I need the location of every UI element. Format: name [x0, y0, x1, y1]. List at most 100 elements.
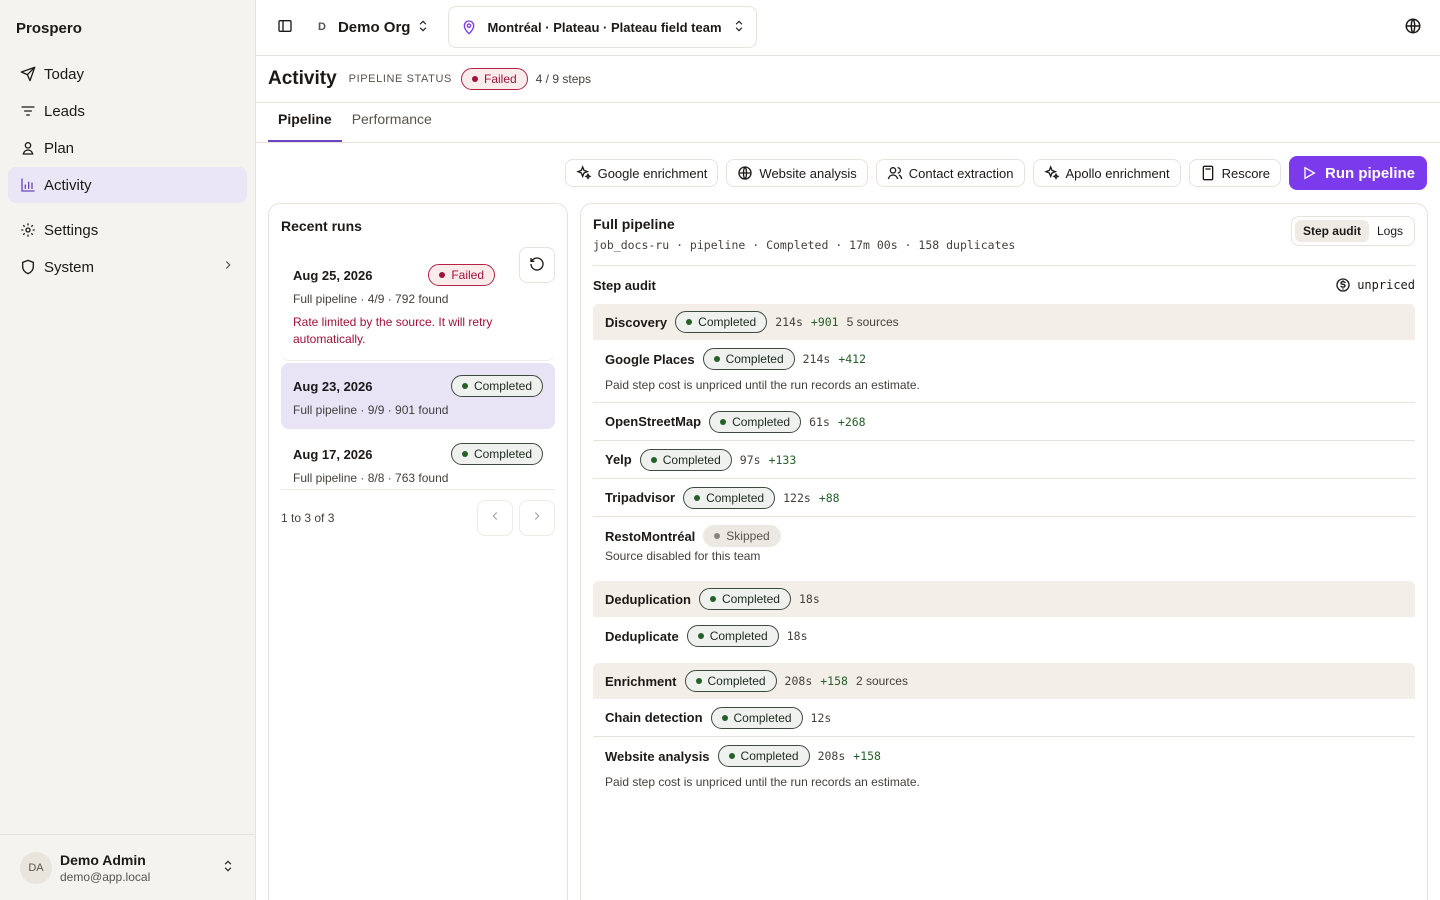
globe-icon[interactable]: [1404, 17, 1422, 38]
play-icon: [1301, 165, 1317, 181]
step-row-website-analysis[interactable]: Website analysis Completed 208s +158 Pai…: [593, 737, 1415, 799]
chevron-updown-icon: [416, 19, 430, 36]
status-badge: Completed: [710, 706, 803, 729]
step-row-google-places[interactable]: Google Places Completed 214s +412 Paid s…: [593, 340, 1415, 403]
pagination-text: 1 to 3 of 3: [281, 510, 335, 525]
run-item[interactable]: Aug 25, 2026 Failed Full pipeline · 4/9 …: [281, 252, 555, 361]
step-group-discovery[interactable]: Discovery Completed 214s +901 5 sources: [593, 304, 1415, 340]
prev-page-button[interactable]: [477, 499, 513, 536]
run-error: Rate limited by the source. It will retr…: [293, 315, 493, 346]
step-audit-header: Step audit unpriced: [593, 266, 1415, 304]
sidebar-toggle-icon: [277, 18, 293, 37]
sidebar-nav: Today Leads Plan Activity Settings Syste…: [0, 56, 255, 286]
retry-button[interactable]: [519, 247, 555, 283]
sidebar: Prospero Today Leads Plan Activity Setti: [0, 0, 256, 900]
next-page-button[interactable]: [519, 499, 555, 536]
view-toggle: Step audit Logs: [1290, 216, 1415, 246]
tab-pipeline[interactable]: Pipeline: [268, 111, 342, 143]
org-switcher[interactable]: D Demo Org: [318, 19, 430, 36]
sidebar-item-activity[interactable]: Activity: [8, 167, 247, 203]
google-enrichment-button[interactable]: Google enrichment: [564, 159, 719, 188]
step-note: Source disabled for this team: [605, 549, 761, 563]
page-header: Activity PIPELINE STATUS Failed 4 / 9 st…: [256, 56, 1440, 104]
page-title: Activity: [268, 68, 337, 90]
step-row-chain-detection[interactable]: Chain detection Completed 12s: [593, 699, 1415, 737]
send-icon: [20, 66, 36, 82]
sidebar-toggle-button[interactable]: [268, 10, 302, 44]
brand-logo: Prospero: [16, 19, 82, 37]
sidebar-item-label: Settings: [44, 221, 99, 239]
topbar: D Demo Org Montréal · Plateau · Plateau …: [256, 0, 1440, 56]
chart-icon: [20, 177, 36, 193]
contact-extraction-button[interactable]: Contact extraction: [875, 159, 1025, 188]
sidebar-item-system[interactable]: System: [8, 249, 247, 285]
step-row-yelp[interactable]: Yelp Completed 97s +133: [593, 441, 1415, 479]
avatar: DA: [20, 851, 52, 884]
status-badge: Failed: [428, 264, 495, 286]
sidebar-item-leads[interactable]: Leads: [8, 93, 247, 129]
recent-runs-panel: Recent runs Aug 25, 2026 Failed Full pip…: [268, 203, 568, 900]
sidebar-item-plan[interactable]: Plan: [8, 130, 247, 166]
status-badge: Completed: [684, 670, 777, 692]
tab-performance[interactable]: Performance: [342, 111, 442, 142]
chevron-right-icon: [221, 258, 235, 276]
run-summary: Full pipeline · 9/9 · 901 found: [293, 403, 449, 417]
step-group-deduplication[interactable]: Deduplication Completed 18s: [593, 581, 1415, 617]
pagination: 1 to 3 of 3: [281, 489, 555, 545]
shield-icon: [20, 259, 36, 275]
status-badge: Completed: [450, 375, 543, 397]
sidebar-item-label: System: [44, 258, 95, 276]
toolbar: Google enrichment Website analysis Conta…: [256, 143, 1440, 203]
step-audit-toggle[interactable]: Step audit: [1294, 220, 1369, 242]
step-row-tripadvisor[interactable]: Tripadvisor Completed 122s +88: [593, 479, 1415, 517]
user-menu[interactable]: DA Demo Admin demo@app.local: [0, 834, 255, 900]
sidebar-item-label: Activity: [44, 176, 92, 194]
recent-runs-title: Recent runs: [281, 218, 362, 234]
map-pin-user-icon: [461, 19, 477, 35]
user-email: demo@app.local: [60, 869, 151, 884]
main: D Demo Org Montréal · Plateau · Plateau …: [256, 0, 1440, 900]
status-badge: Completed: [698, 588, 791, 610]
run-item[interactable]: Aug 23, 2026 Completed Full pipeline · 9…: [281, 363, 555, 429]
apollo-enrichment-button[interactable]: Apollo enrichment: [1032, 159, 1181, 188]
sidebar-item-settings[interactable]: Settings: [8, 212, 247, 248]
status-badge: Completed: [675, 311, 768, 333]
step-group-enrichment[interactable]: Enrichment Completed 208s +158 2 sources: [593, 663, 1415, 699]
website-analysis-button[interactable]: Website analysis: [726, 159, 868, 188]
team-scope-label: Montréal · Plateau · Plateau field team: [487, 19, 722, 35]
step-row-restomontreal[interactable]: RestoMontréal Skipped Source disabled fo…: [593, 517, 1415, 573]
status-badge: Failed: [460, 68, 528, 91]
step-row-openstreetmap[interactable]: OpenStreetMap Completed 61s +268: [593, 403, 1415, 441]
sparkles-icon: [1043, 165, 1060, 181]
sidebar-item-label: Today: [44, 65, 85, 83]
status-badge: Completed: [639, 448, 732, 471]
run-detail-panel: Full pipeline job_docs-ru · pipeline · C…: [580, 203, 1428, 900]
step-row-deduplicate[interactable]: Deduplicate Completed 18s: [593, 617, 1415, 655]
run-pipeline-button[interactable]: Run pipeline: [1289, 156, 1427, 191]
content: Recent runs Aug 25, 2026 Failed Full pip…: [256, 203, 1440, 900]
rescore-button[interactable]: Rescore: [1188, 159, 1281, 188]
logs-toggle[interactable]: Logs: [1369, 220, 1411, 242]
plan-icon: [20, 140, 36, 156]
status-badge: Completed: [702, 348, 795, 370]
chevron-left-icon: [488, 509, 502, 526]
steps-progress: 4 / 9 steps: [535, 72, 592, 87]
status-badge: Completed: [683, 486, 776, 509]
run-summary: Full pipeline · 4/9 · 792 found: [293, 292, 449, 306]
filter-icon: [20, 103, 36, 119]
user-name: Demo Admin: [60, 851, 146, 868]
run-item[interactable]: Aug 17, 2026 Completed Full pipeline · 8…: [281, 431, 555, 497]
status-badge: Completed: [686, 625, 779, 647]
globe-icon: [737, 165, 753, 181]
sidebar-item-label: Plan: [44, 139, 75, 157]
org-name: Demo Org: [337, 18, 411, 36]
cost-indicator: unpriced: [1335, 277, 1415, 293]
org-initial: D: [318, 21, 326, 34]
team-scope-switcher[interactable]: Montréal · Plateau · Plateau field team: [448, 6, 757, 49]
calculator-icon: [1200, 165, 1216, 181]
step-audit-title: Step audit: [593, 277, 656, 293]
sidebar-item-today[interactable]: Today: [8, 56, 247, 92]
run-date: Aug 17, 2026: [293, 446, 373, 462]
dollar-circle-icon: [1335, 277, 1351, 293]
run-date: Aug 23, 2026: [293, 378, 373, 394]
